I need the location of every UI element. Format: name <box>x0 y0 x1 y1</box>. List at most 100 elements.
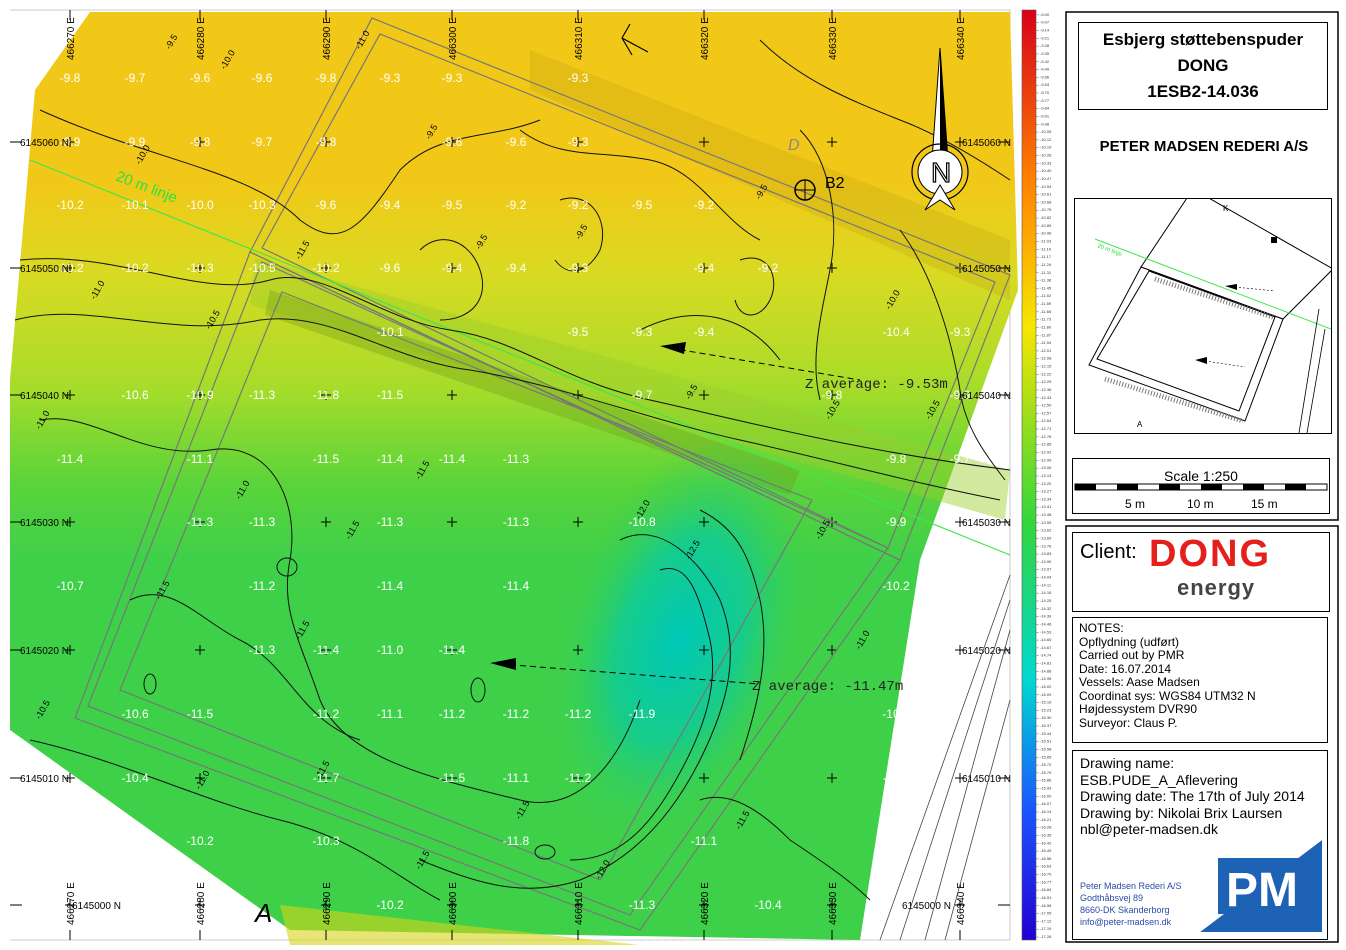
depth-value: -9.2 <box>694 198 715 212</box>
depth-value: -11.2 <box>439 707 466 721</box>
northing-label: 6145020 N <box>962 646 1011 657</box>
legend-tick-label: -15.16 <box>1040 700 1052 705</box>
legend-tick-label: -16.42 <box>1040 840 1052 845</box>
easting-label: 466330 E <box>828 17 839 60</box>
title-line-3: 1ESB2-14.036 <box>1147 82 1259 101</box>
depth-value: -9.3 <box>568 71 589 85</box>
scale-label-10m: 10 m <box>1187 497 1214 511</box>
legend-tick-label: -13.83 <box>1040 551 1052 556</box>
legend-tick-label: -15.23 <box>1040 707 1052 712</box>
depth-value: -11.3 <box>249 643 276 657</box>
legend-tick-label: -13.76 <box>1040 543 1052 548</box>
legend-tick-label: -16.98 <box>1040 903 1052 908</box>
depth-value: -11.3 <box>503 515 530 529</box>
northing-label: 6145030 N <box>20 518 69 529</box>
legend-tick-label: -11.52 <box>1040 293 1052 298</box>
northing-label: 6145060 N <box>20 138 69 149</box>
legend-tick-label: -11.80 <box>1040 324 1052 329</box>
easting-label: 466290 E <box>322 17 333 60</box>
client-block: Client: DONG energy <box>1072 532 1330 612</box>
depth-value: -11.3 <box>503 452 530 466</box>
legend-tick-label: -13.41 <box>1040 504 1052 509</box>
depth-value: -11.9 <box>629 707 656 721</box>
legend-tick-label: -15.09 <box>1040 692 1052 697</box>
depth-value: -9.3 <box>568 135 589 149</box>
z-average-bottom: Z average: -11.47m <box>752 679 903 695</box>
legend-tick-label: -12.15 <box>1040 364 1052 369</box>
legend-tick-label: -9.21 <box>1040 35 1050 40</box>
legend-tick-label: -10.96 <box>1040 231 1052 236</box>
depth-value: -10.8 <box>628 515 656 529</box>
depth-value: -11.3 <box>377 515 404 529</box>
legend-tick-label: -10.89 <box>1040 223 1052 228</box>
depth-value: -9.6 <box>190 71 211 85</box>
depth-value: -11.8 <box>503 834 530 848</box>
drawing-line: Drawing name: <box>1080 755 1175 771</box>
bathymetry-surface <box>10 12 1018 945</box>
legend-tick-label: -15.72 <box>1040 762 1052 767</box>
depth-value: -9.4 <box>694 325 715 339</box>
easting-label: 466280 E <box>196 17 207 60</box>
easting-label: 466300 E <box>448 17 459 60</box>
legend-tick-label: -12.29 <box>1040 379 1052 384</box>
northing-label: 6145050 N <box>962 264 1011 275</box>
legend-tick-label: -15.58 <box>1040 746 1052 751</box>
legend-tick-label: -11.94 <box>1040 340 1052 345</box>
company-address: Peter Madsen Rederi A/S Godthåbsvej 89 8… <box>1080 880 1182 928</box>
legend-tick-label: -16.35 <box>1040 832 1052 837</box>
easting-label: 466290 E <box>322 882 333 925</box>
easting-label: 466320 E <box>700 882 711 925</box>
legend-tick-label: -15.30 <box>1040 715 1052 720</box>
depth-value: -11.5 <box>187 707 214 721</box>
corner-label-d: D <box>788 137 800 154</box>
overview-inset: 20 m linje A K <box>1074 188 1334 434</box>
depth-value: -10.3 <box>248 198 276 212</box>
legend-tick-label: -12.36 <box>1040 387 1052 392</box>
depth-value: -10.6 <box>121 388 149 402</box>
legend-tick-label: -10.75 <box>1040 207 1052 212</box>
legend-tick-label: -12.57 <box>1040 410 1052 415</box>
legend-tick-label: -16.56 <box>1040 856 1052 861</box>
legend-tick-label: -12.92 <box>1040 450 1052 455</box>
legend-tick-label: -14.46 <box>1040 621 1052 626</box>
legend-tick-label: -16.00 <box>1040 793 1052 798</box>
legend-tick-label: -11.66 <box>1040 309 1052 314</box>
depth-value: -9.4 <box>442 261 463 275</box>
legend-tick-label: -14.25 <box>1040 598 1052 603</box>
legend-tick-label: -10.54 <box>1040 184 1052 189</box>
depth-value: -9.8 <box>316 135 337 149</box>
legend-tick-label: -13.34 <box>1040 496 1052 501</box>
depth-value: -11.4 <box>377 579 404 593</box>
depth-value: -10.2 <box>121 261 149 275</box>
depth-value: -9.5 <box>442 198 463 212</box>
depth-value: -9.2 <box>568 198 589 212</box>
title-line-1: Esbjerg støttebenspuder <box>1102 30 1304 49</box>
legend-tick-label: -11.03 <box>1040 239 1052 244</box>
depth-value: -9.4 <box>694 261 715 275</box>
legend-tick-label: -16.14 <box>1040 809 1052 814</box>
depth-value: -9.8 <box>60 71 81 85</box>
depth-value: -9.3 <box>632 325 653 339</box>
dong-logo-subtext: energy <box>1177 575 1256 600</box>
legend-tick-label: -11.45 <box>1040 285 1052 290</box>
legend-tick-label: -11.31 <box>1040 270 1052 275</box>
notes-line: Vessels: Aase Madsen <box>1079 675 1200 689</box>
corner-label-a: A <box>253 898 272 928</box>
legend-tick-label: -16.49 <box>1040 848 1052 853</box>
depth-value: -9.8 <box>316 71 337 85</box>
depth-value: -10.4 <box>882 325 910 339</box>
legend-tick-label: -14.81 <box>1040 661 1052 666</box>
overview-inset-drawing: 20 m linje A K <box>1088 188 1334 434</box>
legend-tick-label: -12.01 <box>1040 348 1052 353</box>
depth-value: -11.3 <box>629 898 656 912</box>
depth-value: -9.6 <box>442 135 463 149</box>
legend-tick-label: -14.18 <box>1040 590 1052 595</box>
legend-tick-label: -9.49 <box>1040 67 1050 72</box>
legend-tick-label: -14.60 <box>1040 637 1052 642</box>
legend-tick-label: -16.21 <box>1040 817 1052 822</box>
depth-value: -11.7 <box>313 771 340 785</box>
legend-tick-label: -9.07 <box>1040 20 1050 25</box>
depth-value: -11.2 <box>249 579 276 593</box>
depth-value: -9.4 <box>380 198 401 212</box>
depth-value: -9.7 <box>632 388 653 402</box>
